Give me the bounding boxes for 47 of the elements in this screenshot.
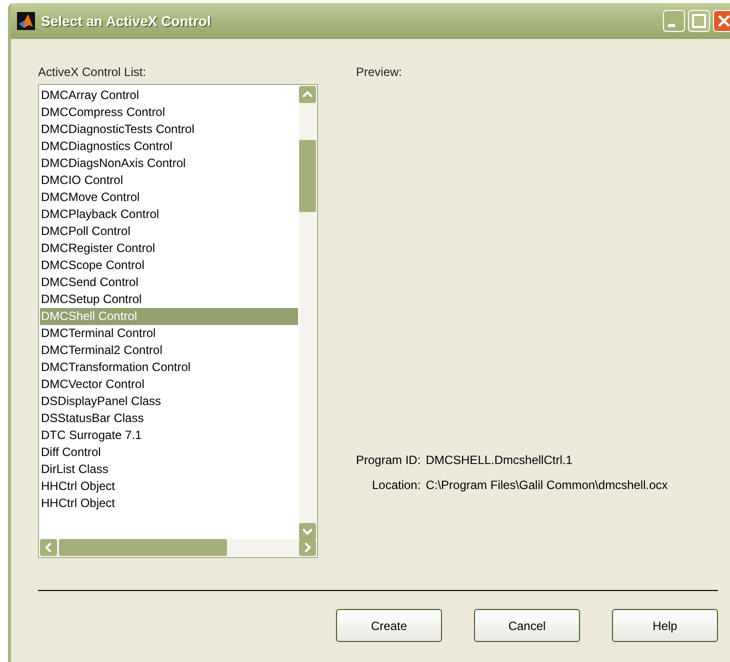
- scroll-left-icon[interactable]: [40, 539, 57, 556]
- scroll-right-icon[interactable]: [299, 539, 316, 556]
- list-item[interactable]: DMCPlayback Control: [40, 206, 298, 223]
- list-item[interactable]: DMCDiagnostics Control: [40, 138, 298, 155]
- list-item[interactable]: DMCMove Control: [40, 189, 298, 206]
- list-item[interactable]: DMCTerminal2 Control: [40, 342, 298, 359]
- scroll-up-icon[interactable]: [299, 86, 316, 103]
- detail-label: Location:: [372, 477, 421, 493]
- list-item[interactable]: Diff Control: [40, 444, 298, 461]
- list-item[interactable]: DMCCompress Control: [40, 104, 298, 121]
- maximize-button[interactable]: [688, 10, 710, 32]
- list-item[interactable]: DMCTransformation Control: [40, 359, 298, 376]
- scroll-down-icon[interactable]: [299, 523, 316, 540]
- detail-value: C:\Program Files\Galil Common\dmcshell.ocx: [426, 477, 668, 493]
- minimize-button[interactable]: [663, 10, 685, 32]
- dialog-button[interactable]: Help: [612, 609, 718, 642]
- detail-value: DMCSHELL.DmcshellCtrl.1: [426, 452, 572, 468]
- list-item[interactable]: DSDisplayPanel Class: [40, 393, 298, 410]
- list-item[interactable]: DMCArray Control: [40, 87, 298, 104]
- list-item[interactable]: DMCRegister Control: [40, 240, 298, 257]
- list-item[interactable]: DirList Class: [40, 461, 298, 478]
- list-item[interactable]: HHCtrl Object: [40, 495, 298, 512]
- app-icon: [17, 12, 35, 30]
- list-item[interactable]: DMCDiagnosticTests Control: [40, 121, 298, 138]
- list-item[interactable]: DSStatusBar Class: [40, 410, 298, 427]
- list-item[interactable]: DMCSend Control: [40, 274, 298, 291]
- list-item[interactable]: DTC Surrogate 7.1: [40, 427, 298, 444]
- detail-label: Program ID:: [356, 452, 421, 468]
- scroll-thumb[interactable]: [299, 140, 316, 212]
- window-title: Select an ActiveX Control: [41, 13, 212, 29]
- list-item[interactable]: DMCVector Control: [40, 376, 298, 393]
- horizontal-scrollbar[interactable]: [40, 539, 316, 556]
- list-item[interactable]: DMCTerminal Control: [40, 325, 298, 342]
- list-item[interactable]: DMCPoll Control: [40, 223, 298, 240]
- list-label: ActiveX Control List:: [38, 65, 148, 79]
- dialog-button[interactable]: Cancel: [474, 609, 580, 642]
- control-list[interactable]: [38, 84, 318, 558]
- list-item[interactable]: DMCScope Control: [40, 257, 298, 274]
- vertical-scrollbar[interactable]: [299, 86, 316, 540]
- list-item[interactable]: DMCSetup Control: [40, 291, 298, 308]
- preview-label: Preview:: [356, 65, 404, 79]
- list-item[interactable]: DMCDiagsNonAxis Control: [40, 155, 298, 172]
- close-button[interactable]: [713, 10, 730, 32]
- dialog-button[interactable]: Create: [336, 609, 442, 642]
- list-item[interactable]: HHCtrl Object: [40, 478, 298, 495]
- list-item[interactable]: DMCIO Control: [40, 172, 298, 189]
- scroll-thumb[interactable]: [59, 539, 227, 556]
